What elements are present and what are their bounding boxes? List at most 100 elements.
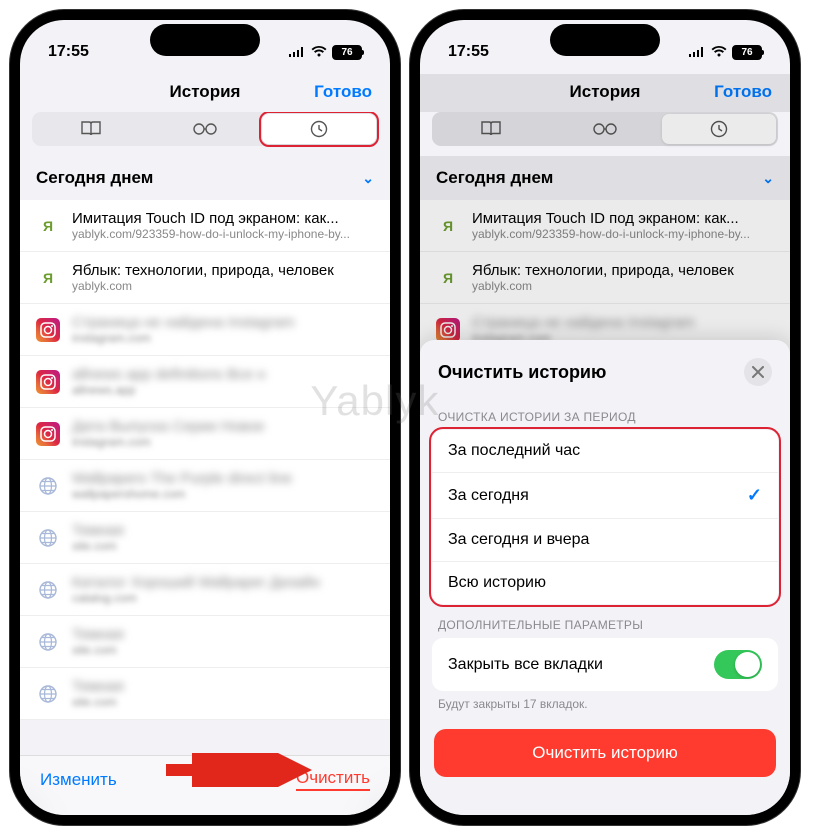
dynamic-island [150,24,260,56]
section-title: Сегодня днем [436,168,553,188]
row-text: Wallpapers The Purple direct linewallpap… [72,470,374,501]
globe-favicon [36,526,60,550]
phone-left: 17:55 76 История Готово [10,10,400,825]
wifi-icon [311,46,327,58]
group-label-additional: ДОПОЛНИТЕЛЬНЫЕ ПАРАМЕТРЫ [420,604,790,638]
row-title: Дата Выпуска Серии Новое [72,418,374,435]
history-row[interactable]: ЯИмитация Touch ID под экраном: как...ya… [420,200,790,252]
navbar: История Готово [20,74,390,112]
done-button[interactable]: Готово [714,82,772,102]
signal-icon [288,46,306,58]
option-label: За сегодня [448,487,529,505]
phone-right: 17:55 76 История Готово [410,10,800,825]
navbar: История Готово [420,74,790,112]
history-row[interactable]: Темнаяsite.com [20,616,390,668]
instagram-favicon [36,422,60,446]
row-title: Имитация Touch ID под экраном: как... [72,210,374,227]
page-title: История [570,82,641,102]
history-row[interactable]: Я Яблык: технологии, природа, человекyabl… [20,252,390,304]
clock-icon [710,120,728,138]
tab-reading-list[interactable] [148,114,262,144]
book-icon [80,121,102,137]
history-row[interactable]: Страница не найдена Instagraminstagram.c… [20,304,390,356]
row-text: Страница не найдена Instagraminstagram.c… [72,314,374,345]
row-title: Страница не найдена Instagram [72,314,374,331]
row-text: Темнаяsite.com [72,678,374,709]
globe-favicon [36,474,60,498]
tab-bookmarks[interactable] [34,114,148,144]
tab-history[interactable] [262,114,376,144]
history-row[interactable]: Темнаяsite.com [20,668,390,720]
row-text: Яблык: технологии, природа, человекyably… [472,262,774,293]
period-option[interactable]: За сегодня ✓ [432,473,778,519]
history-row[interactable]: ЯЯблык: технологии, природа, человекyabl… [420,252,790,304]
close-icon [752,366,764,378]
close-button[interactable] [744,358,772,386]
row-title: allnews app definitions Все н [72,366,374,383]
yablyk-favicon: Я [36,266,60,290]
history-list: ЯИмитация Touch ID под экраном: как...ya… [20,200,390,720]
row-title: Имитация Touch ID под экраном: как... [472,210,774,227]
glasses-icon [592,122,618,136]
row-subtitle: yablyk.com [72,279,374,293]
tab-bookmarks[interactable] [434,114,548,144]
section-header[interactable]: Сегодня днем ⌄ [420,156,790,200]
chevron-down-icon: ⌄ [362,170,374,187]
section-header[interactable]: Сегодня днем ⌄ [20,156,390,200]
close-tabs-hint: Будут закрыты 17 вкладок. [420,691,790,711]
history-row[interactable]: Я Имитация Touch ID под экраном: как...ya… [20,200,390,252]
row-subtitle: site.com [72,695,374,709]
row-subtitle: yablyk.com/923359-how-do-i-unlock-my-iph… [72,227,374,241]
page-title: История [170,82,241,102]
checkmark-icon: ✓ [747,485,762,506]
period-option[interactable]: За сегодня и вчера [432,519,778,562]
history-row[interactable]: Темнаяsite.com [20,512,390,564]
history-row[interactable]: Каталог Хороший Wallpaper Дизайнcatalog.… [20,564,390,616]
row-text: Яблык: технологии, природа, человекyably… [72,262,374,293]
close-tabs-row[interactable]: Закрыть все вкладки [432,638,778,691]
row-title: Темная [72,678,374,695]
row-text: Дата Выпуска Серии Новоеinstagram.com [72,418,374,449]
edit-button[interactable]: Изменить [40,770,117,790]
wifi-icon [711,46,727,58]
row-text: allnews app definitions Все нallnews.app [72,366,374,397]
row-title: Каталог Хороший Wallpaper Дизайн [72,574,374,591]
history-row[interactable]: allnews app definitions Все нallnews.app [20,356,390,408]
row-subtitle: site.com [72,539,374,553]
history-row[interactable]: Дата Выпуска Серии Новоеinstagram.com [20,408,390,460]
row-title: Яблык: технологии, природа, человек [472,262,774,279]
group-label-period: ОЧИСТКА ИСТОРИИ ЗА ПЕРИОД [420,396,790,430]
row-text: Имитация Touch ID под экраном: как...yab… [72,210,374,241]
tab-reading-list[interactable] [548,114,662,144]
history-row[interactable]: Wallpapers The Purple direct linewallpap… [20,460,390,512]
segmented-control [32,112,378,146]
status-time: 17:55 [48,43,89,61]
history-list: ЯИмитация Touch ID под экраном: как...ya… [420,200,790,356]
additional-options: Закрыть все вкладки [432,638,778,691]
row-subtitle: allnews.app [72,383,374,397]
done-button[interactable]: Готово [314,82,372,102]
row-text: Темнаяsite.com [72,522,374,553]
instagram-favicon [36,318,60,342]
row-subtitle: catalog.com [72,591,374,605]
row-title: Яблык: технологии, природа, человек [72,262,374,279]
instagram-favicon [436,318,460,342]
instagram-favicon [36,370,60,394]
period-options: За последний час За сегодня ✓ За сегодня и … [432,430,778,604]
row-title: Темная [72,522,374,539]
row-subtitle: yablyk.com [472,279,774,293]
row-subtitle: yablyk.com/923359-how-do-i-unlock-my-iph… [472,227,774,241]
tab-history[interactable] [662,114,776,144]
dynamic-island [550,24,660,56]
row-subtitle: instagram.com [72,435,374,449]
yablyk-favicon: Я [36,214,60,238]
clock-icon [310,120,328,138]
glasses-icon [192,122,218,136]
globe-favicon [36,578,60,602]
row-text: Каталог Хороший Wallpaper Дизайнcatalog.… [72,574,374,605]
period-option[interactable]: За последний час [432,430,778,473]
period-option[interactable]: Всю историю [432,562,778,604]
close-tabs-toggle[interactable] [714,650,762,679]
segmented-control [432,112,778,146]
clear-history-button[interactable]: Очистить историю [434,729,776,777]
